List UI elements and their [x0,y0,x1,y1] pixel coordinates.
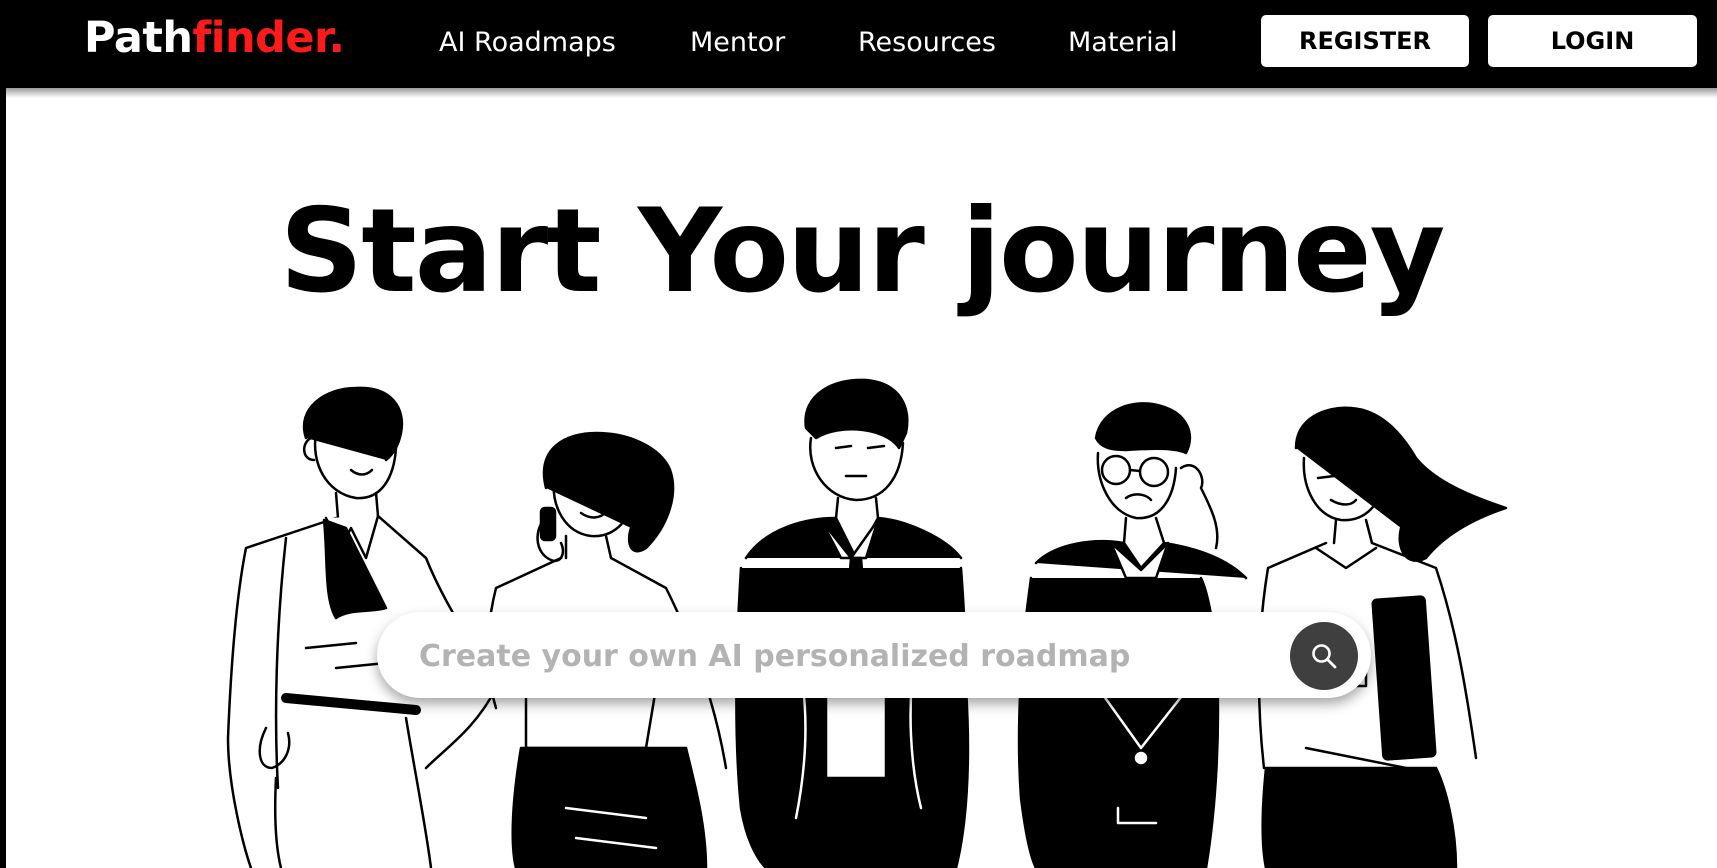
nav-link-material[interactable]: Material [1068,26,1178,60]
nav-link-ai-roadmaps[interactable]: AI Roadmaps [439,26,616,60]
brand-logo-part2: finder. [192,13,345,63]
team-illustration [226,378,1508,868]
register-button[interactable]: REGISTER [1261,15,1469,67]
nav-link-resources[interactable]: Resources [858,26,996,60]
hero-section: Start Your journey [6,88,1717,868]
brand-logo[interactable]: Pathfinder. [84,12,345,64]
brand-logo-part1: Path [84,13,193,63]
search-button[interactable] [1290,622,1358,690]
roadmap-search-bar [377,612,1371,698]
search-icon [1312,644,1337,669]
nav-link-mentor[interactable]: Mentor [690,26,785,60]
roadmap-search-input[interactable] [417,630,1241,682]
top-navbar: Pathfinder. AI Roadmaps Mentor Resources… [0,0,1717,88]
page: Pathfinder. AI Roadmaps Mentor Resources… [0,0,1717,868]
login-button[interactable]: LOGIN [1488,15,1697,67]
